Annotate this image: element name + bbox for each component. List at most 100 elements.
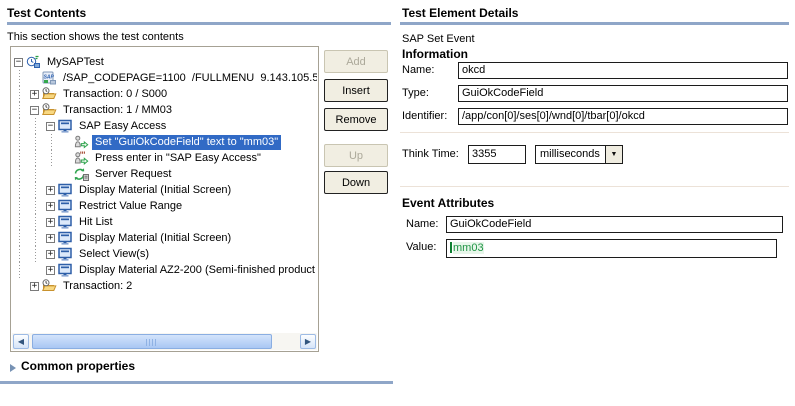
tree-row[interactable]: − SAP Easy Access — [12, 118, 317, 134]
tree-indent — [28, 182, 44, 198]
info-identifier-input[interactable]: /app/con[0]/ses[0]/wnd[0]/tbar[0]/okcd — [458, 108, 788, 125]
tree-expander[interactable]: + — [44, 230, 57, 246]
collapse-icon[interactable]: − — [30, 105, 39, 115]
tree-item-label[interactable]: SAP Easy Access — [76, 119, 169, 134]
tree-row[interactable]: + Display Material (Initial Screen) — [12, 182, 317, 198]
tree-expander[interactable]: − — [12, 54, 25, 70]
tree-row[interactable]: − MySAPTest — [12, 54, 317, 70]
scroll-left-icon[interactable]: ◀ — [13, 334, 29, 349]
tree-row[interactable]: + Display Material (Initial Screen) — [12, 230, 317, 246]
tree-indent — [12, 86, 28, 102]
expand-icon[interactable]: + — [46, 217, 55, 227]
collapse-icon[interactable]: − — [46, 121, 55, 131]
chevron-right-icon[interactable] — [10, 364, 16, 372]
tree-indent — [44, 134, 60, 150]
expand-icon[interactable]: + — [46, 233, 55, 243]
sap-screen-icon — [57, 198, 73, 214]
tree-item-label[interactable]: Transaction: 2 — [60, 279, 135, 294]
info-label: Type: — [402, 87, 429, 99]
info-row: Name: okcd — [402, 62, 788, 79]
tree-indent — [12, 230, 28, 246]
expand-icon[interactable]: + — [30, 89, 39, 99]
tree-item-label[interactable]: Server Request — [92, 167, 174, 182]
collapse-icon[interactable]: − — [14, 57, 23, 67]
tree-expander[interactable]: + — [44, 246, 57, 262]
tree-item-label[interactable]: Display Material (Initial Screen) — [76, 231, 234, 246]
tree-indent — [12, 166, 28, 182]
sap-screen-icon — [57, 230, 73, 246]
expand-icon[interactable]: + — [30, 281, 39, 291]
tree-indent — [12, 118, 28, 134]
tree-item-label[interactable]: /SAP_CODEPAGE=1100 /FULLMENU 9.143.105.5 — [60, 71, 317, 86]
event-value-input[interactable]: mm03 — [446, 239, 777, 258]
tree-row[interactable]: + Transaction: 2 — [12, 278, 317, 294]
tree-item-label[interactable]: Transaction: 0 / S000 — [60, 87, 170, 102]
tree-expander[interactable]: + — [28, 278, 41, 294]
tree-item-label[interactable]: Display Material AZ2-200 (Semi-finished … — [76, 263, 317, 278]
tree-item-label[interactable]: MySAPTest — [44, 55, 107, 70]
tree-expander[interactable]: + — [44, 214, 57, 230]
tree-indent — [12, 198, 28, 214]
expand-icon[interactable]: + — [46, 249, 55, 259]
tree-row[interactable]: − Transaction: 1 / MM03 — [12, 102, 317, 118]
tree-item-label[interactable]: Hit List — [76, 215, 116, 230]
tree-item-label[interactable]: Press enter in "SAP Easy Access" — [92, 151, 264, 166]
scroll-right-icon[interactable]: ▶ — [300, 334, 316, 349]
think-time-label: Think Time: — [402, 148, 459, 160]
common-properties-section[interactable]: Common properties — [21, 359, 135, 373]
tree-expander[interactable]: − — [44, 118, 57, 134]
insert-button[interactable]: Insert — [324, 79, 388, 102]
tree-item-label[interactable]: Select View(s) — [76, 247, 152, 262]
test-contents-title: Test Contents — [7, 6, 87, 20]
info-type-input[interactable]: GuiOkCodeField — [458, 85, 788, 102]
tree-row[interactable]: + Select View(s) — [12, 246, 317, 262]
tree-indent — [12, 70, 28, 86]
tree-expander[interactable]: + — [44, 182, 57, 198]
event-name-input[interactable]: GuiOkCodeField — [446, 216, 783, 233]
tree-expander-blank — [60, 150, 73, 166]
tree-indent — [12, 182, 28, 198]
tree-row[interactable]: SAP/SAP_CODEPAGE=1100 /FULLMENU 9.143.10… — [12, 70, 317, 86]
tree-row[interactable]: + Hit List — [12, 214, 317, 230]
think-time-input[interactable]: 3355 — [468, 145, 526, 164]
tree-item-label[interactable]: Set "GuiOkCodeField" text to "mm03" — [92, 134, 282, 150]
tree-indent — [44, 150, 60, 166]
tree-expander[interactable]: + — [28, 86, 41, 102]
chevron-down-icon[interactable]: ▼ — [604, 146, 622, 163]
tree-row[interactable]: Set "GuiOkCodeField" text to "mm03" — [12, 134, 317, 150]
remove-button[interactable]: Remove — [324, 108, 388, 131]
think-time-unit-select[interactable]: milliseconds ▼ — [535, 145, 623, 164]
tree-row[interactable]: Press enter in "SAP Easy Access" — [12, 150, 317, 166]
test-element-details-rule — [400, 22, 789, 25]
tree-indent — [28, 214, 44, 230]
sap-screen-icon — [57, 246, 73, 262]
tree-row[interactable]: + Restrict Value Range — [12, 198, 317, 214]
test-contents-description: This section shows the test contents — [7, 31, 184, 43]
sap-test-icon — [25, 54, 41, 70]
sap-screen-icon — [57, 182, 73, 198]
tree-item-label[interactable]: Display Material (Initial Screen) — [76, 183, 234, 198]
tree-indent — [12, 246, 28, 262]
scrollbar-thumb[interactable] — [32, 334, 272, 349]
test-element-details-title: Test Element Details — [402, 6, 519, 20]
tree-row[interactable]: Server Request — [12, 166, 317, 182]
tree-row[interactable]: + Transaction: 0 / S000 — [12, 86, 317, 102]
tree-expander[interactable]: − — [28, 102, 41, 118]
expand-icon[interactable]: + — [46, 185, 55, 195]
expand-icon[interactable]: + — [46, 201, 55, 211]
tree-expander[interactable]: + — [44, 198, 57, 214]
tree-item-label[interactable]: Transaction: 1 / MM03 — [60, 103, 175, 118]
tree-row[interactable]: + Display Material AZ2-200 (Semi-finished… — [12, 262, 317, 278]
expand-icon[interactable]: + — [46, 265, 55, 275]
tree-item-label[interactable]: Restrict Value Range — [76, 199, 185, 214]
tree-indent — [28, 166, 44, 182]
sap-screen-icon — [57, 214, 73, 230]
tree-horizontal-scrollbar[interactable]: ◀ ▶ — [12, 333, 317, 350]
info-name-input[interactable]: okcd — [458, 62, 788, 79]
event-attributes-heading: Event Attributes — [402, 196, 495, 210]
tree-expander-blank — [60, 166, 73, 182]
down-button[interactable]: Down — [324, 171, 388, 194]
tree-expander[interactable]: + — [44, 262, 57, 278]
